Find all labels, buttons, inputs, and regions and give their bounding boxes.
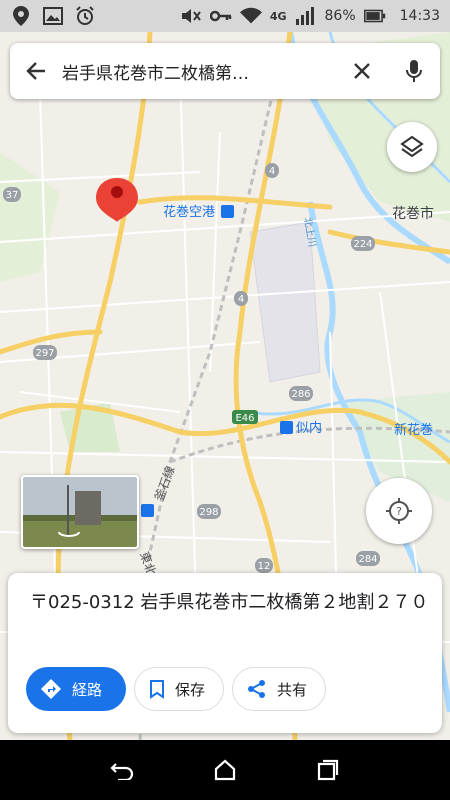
search-query[interactable]: 岩手県花巻市二枚橋第… [62,59,336,84]
route-297-label: 297 [35,348,54,359]
niinai-station-label: 似内 [296,420,322,436]
voice-search-button[interactable] [388,43,440,99]
arrow-left-icon [26,62,45,80]
microphone-icon [406,60,422,82]
share-icon [248,680,266,698]
my-location-button[interactable]: ? [366,478,432,544]
wifi-icon [239,5,262,27]
place-card[interactable]: 〒025-0312 岩手県花巻市二枚橋第２地割２７０ 経路 保存 共有 [8,573,442,733]
back-icon [110,763,133,780]
route-224-label: 224 [353,239,372,250]
share-label: 共有 [277,680,308,699]
nav-home-button[interactable] [205,750,245,790]
route-298-label: 298 [199,507,218,518]
key-icon [209,5,232,27]
svg-text:?: ? [396,505,402,518]
status-bar: 4G 86% 14:33 [0,0,450,32]
street-view-thumbnail[interactable] [21,475,139,549]
action-row: 経路 保存 共有 [26,667,327,711]
layers-icon [400,135,424,158]
airport-label: 花巻空港 [163,204,215,220]
layers-button[interactable] [387,122,437,172]
route-37-label: 37 [6,190,19,201]
network-type-label: 4G [269,9,287,23]
bookmark-icon [150,680,164,699]
clear-button[interactable] [336,43,388,99]
niinai-station-icon [280,421,293,434]
location-status-icon [10,5,32,27]
route-4b-label: 4 [238,294,244,305]
battery-icon [363,5,386,27]
home-icon [214,759,236,781]
search-bar[interactable]: 岩手県花巻市二枚橋第… [10,43,440,99]
mute-icon [180,5,202,27]
directions-button[interactable]: 経路 [26,667,126,711]
directions-label: 経路 [72,680,103,699]
location-target-icon: ? [386,498,412,524]
route-284-label: 284 [358,554,377,565]
directions-icon [41,679,61,699]
hanamaki-station-icon [141,504,154,517]
route-12-label: 12 [258,561,271,572]
image-notification-icon [42,5,64,27]
airport-station-icon [221,205,234,218]
place-address: 〒025-0312 岩手県花巻市二枚橋第２地割２７０ [30,592,429,613]
signal-icon [295,5,317,27]
shin-hanamaki-label: 新花巻 [394,422,433,438]
battery-percent: 86% [324,8,356,24]
nav-back-button[interactable] [102,750,142,790]
recents-icon [318,759,339,781]
city-label: 花巻市 [392,205,434,222]
save-button[interactable]: 保存 [134,667,225,711]
back-button[interactable] [10,43,62,99]
route-e46-label: E46 [235,413,254,424]
close-icon [354,63,370,79]
save-label: 保存 [175,680,206,699]
system-nav-bar [0,740,450,800]
route-4a-label: 4 [269,166,275,177]
nav-recents-button[interactable] [308,750,348,790]
route-286-label: 286 [291,389,310,400]
alarm-icon [74,5,96,27]
share-button[interactable]: 共有 [232,667,327,711]
clock: 14:33 [399,8,440,24]
